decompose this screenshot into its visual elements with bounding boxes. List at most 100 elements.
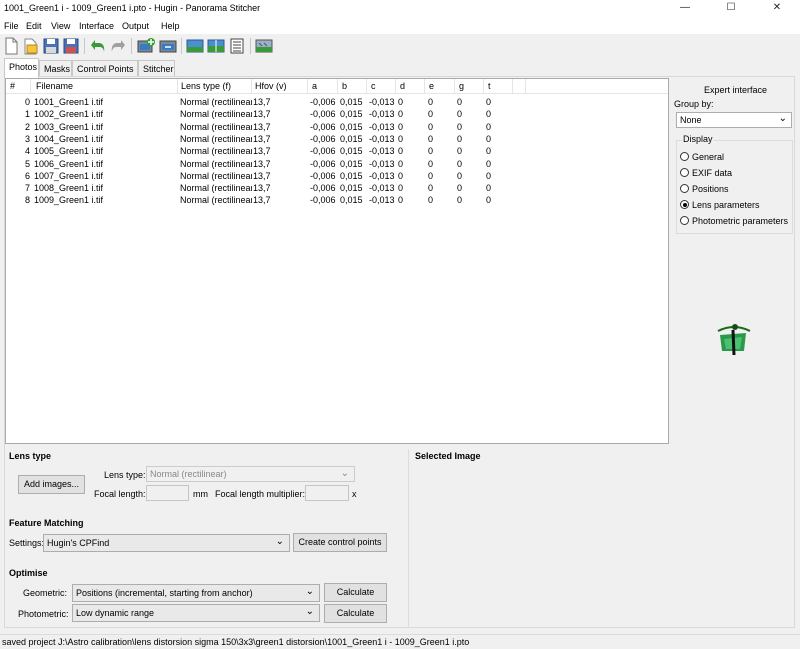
radio-exif[interactable] [680,168,689,177]
optimise-heading: Optimise [9,568,48,578]
tab-masks[interactable]: Masks [39,60,72,77]
table-row[interactable]: 5 1006_Green1 i.tif Normal (rectilinear) 13… [6,158,668,170]
table-cell: -0,006 [310,109,336,120]
table-cell: 6 [24,170,30,181]
table-cell: 1003_Green1 i.tif [34,121,104,132]
radio-lens-parameters[interactable] [680,200,689,209]
new-icon[interactable] [2,37,20,55]
column-header[interactable]: g [459,81,464,91]
create-control-points-button[interactable]: Create control points [293,533,387,552]
column-header[interactable]: b [342,81,347,91]
calculate-photometric-button[interactable]: Calculate [324,604,387,623]
lens-type-select[interactable]: Normal (rectilinear) ⌄ [146,466,355,482]
status-text: saved project J:\Astro calibration\lens … [2,637,470,647]
table-cell: 0 [486,133,492,144]
column-header[interactable]: # [10,81,15,91]
layout-icon[interactable] [255,37,273,55]
table-cell: 0,015 [340,121,363,132]
table-cell: -0,013 [369,109,395,120]
tab-control-points[interactable]: Control Points [72,60,138,77]
table-cell: Normal (rectilinear) [180,195,252,206]
add-images-button[interactable]: Add images... [18,475,85,494]
toolbar-separator [131,38,132,54]
column-header[interactable]: Hfov (v) [255,81,287,91]
open-icon[interactable] [22,37,40,55]
fast-preview-icon[interactable] [207,37,225,55]
cp-detector-select[interactable]: Hugin's CPFind ⌄ [43,534,290,552]
column-header[interactable]: Lens type (f) [181,81,231,91]
calculate-geometric-button[interactable]: Calculate [324,583,387,602]
table-cell: 0 [428,146,434,157]
control-points-icon[interactable] [228,37,246,55]
table-cell: Normal (rectilinear) [180,97,252,107]
table-cell: 8 [24,195,30,206]
focal-length-field[interactable] [146,485,189,501]
redo-icon[interactable] [109,37,127,55]
photometric-select[interactable]: Low dynamic range ⌄ [72,604,320,622]
table-row[interactable]: 3 1004_Green1 i.tif Normal (rectilinear) 13… [6,133,668,145]
tab-stitcher[interactable]: Stitcher [138,60,175,77]
geometric-select[interactable]: Positions (incremental, starting from an… [72,584,320,602]
chevron-down-icon: ⌄ [340,468,349,479]
column-header[interactable]: Filename [36,81,73,91]
table-cell: 0 [486,121,492,132]
group-by-select[interactable]: None ⌄ [676,112,792,128]
table-cell: 0 [398,183,404,194]
table-cell: 13,7 [253,183,271,194]
radio-photometric[interactable] [680,216,689,225]
close-button[interactable]: ✕ [754,0,800,17]
table-cell: 0,015 [340,170,363,181]
preview-icon[interactable] [186,37,204,55]
group-by-label: Group by: [674,99,714,109]
radio-label: General [692,152,725,162]
chevron-down-icon: ⌄ [778,113,787,124]
table-cell: 0 [457,121,463,132]
table-cell: -0,006 [310,121,336,132]
table-row[interactable]: 6 1007_Green1 i.tif Normal (rectilinear) 13… [6,170,668,182]
column-header[interactable]: e [429,81,434,91]
menu-file[interactable]: File [4,21,19,31]
menu-edit[interactable]: Edit [26,21,42,31]
group-by-value: None [680,115,702,125]
table-row[interactable]: 2 1003_Green1 i.tif Normal (rectilinear) 13… [6,121,668,133]
table-cell: 0 [457,158,463,169]
add-series-icon[interactable] [159,37,177,55]
maximize-button[interactable]: ☐ [708,0,754,17]
radio-positions[interactable] [680,184,689,193]
table-cell: 13,7 [253,109,271,120]
table-row[interactable]: 8 1009_Green1 i.tif Normal (rectilinear) 13… [6,194,668,206]
save-icon[interactable] [42,37,60,55]
table-cell: 1001_Green1 i.tif [34,97,104,107]
table-cell: 4 [24,146,30,157]
undo-icon[interactable] [89,37,107,55]
radio-label: Positions [692,184,729,194]
multiplier-field[interactable] [305,485,349,501]
table-header: # Filename Lens type (f) Hfov (v) a b c … [6,79,668,94]
radio-label: Lens parameters [692,200,760,210]
table-cell: 0 [428,195,434,206]
radio-label: EXIF data [692,168,733,178]
table-row[interactable]: 7 1008_Green1 i.tif Normal (rectilinear) 13… [6,182,668,194]
column-header[interactable]: a [312,81,317,91]
menu-view[interactable]: View [51,21,70,31]
table-row[interactable]: 1 1002_Green1 i.tif Normal (rectilinear) 13… [6,108,668,120]
menu-help[interactable]: Help [161,21,180,31]
save-as-icon[interactable] [62,37,80,55]
geometric-label: Geometric: [23,588,68,598]
table-row[interactable]: 4 1005_Green1 i.tif Normal (rectilinear) 13… [6,145,668,157]
column-header[interactable]: t [488,81,491,91]
column-header[interactable]: c [371,81,376,91]
tab-photos[interactable]: Photos [4,58,39,78]
menu-interface[interactable]: Interface [79,21,114,31]
title-bar: 1001_Green1 i - 1009_Green1 i.pto - Hugi… [0,0,800,17]
table-cell: 13,7 [253,133,271,144]
minimize-button[interactable]: — [662,0,708,17]
add-images-icon[interactable] [137,37,155,55]
table-row[interactable]: 0 1001_Green1 i.tif Normal (rectilinear) 13… [6,96,668,108]
radio-general[interactable] [680,152,689,161]
column-header[interactable]: d [400,81,405,91]
image-table[interactable]: # Filename Lens type (f) Hfov (v) a b c … [5,78,669,444]
display-panel: Expert interface Group by: None ⌄ Displa… [670,78,796,444]
menu-output[interactable]: Output [122,21,149,31]
table-cell: Normal (rectilinear) [180,133,252,144]
